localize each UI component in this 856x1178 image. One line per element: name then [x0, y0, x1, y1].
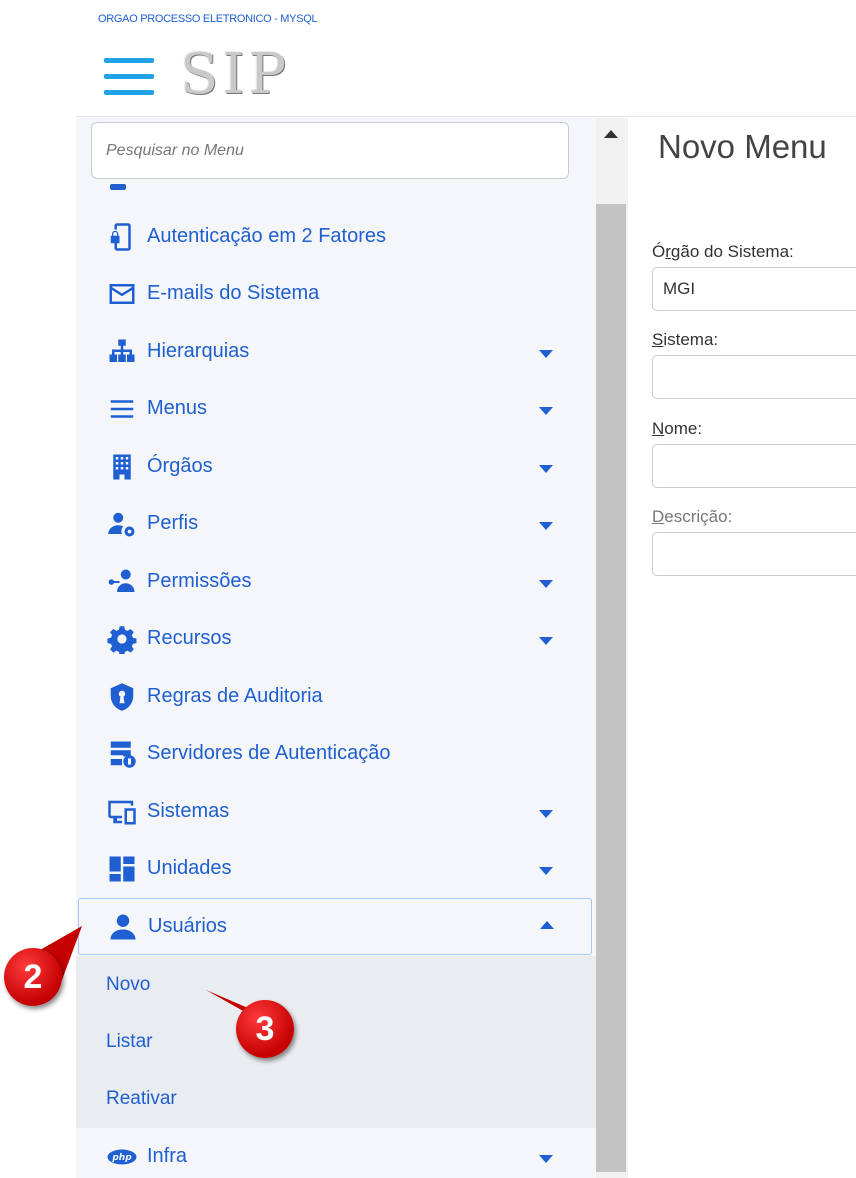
submenu-item-listar[interactable]: Listar: [106, 1031, 152, 1053]
gear-icon: [106, 623, 138, 655]
submenu-item-reativar[interactable]: Reativar: [106, 1088, 177, 1110]
nome-input[interactable]: [652, 444, 856, 488]
sidebar-item-label: Autenticação em 2 Fatores: [147, 225, 387, 247]
partial-menu-icon: [110, 184, 126, 190]
chevron-down-icon[interactable]: [539, 521, 553, 530]
sidebar-item-hierarquias[interactable]: Hierarquias: [76, 323, 596, 380]
sidebar-item-menus[interactable]: Menus: [76, 380, 596, 437]
chevron-up-icon[interactable]: [540, 920, 554, 929]
nome-label: Nome:: [652, 419, 703, 438]
chevron-down-icon[interactable]: [539, 809, 553, 818]
sidebar-item-label: Hierarquias: [147, 340, 250, 362]
sidebar-item-label: Usuários: [148, 915, 227, 937]
desktop-icon: [106, 796, 138, 828]
sidebar-item-infra[interactable]: php Infra: [76, 1128, 596, 1178]
usuarios-submenu: Novo Listar Reativar: [76, 956, 596, 1128]
sidebar-item-label: Perfis: [147, 512, 199, 534]
dashboard-icon: [106, 853, 138, 885]
shield-keyhole-icon: [106, 681, 138, 713]
sidebar-item-label: Recursos: [147, 627, 232, 649]
bars-icon: [106, 393, 138, 425]
chevron-down-icon[interactable]: [539, 866, 553, 875]
sidebar-item-label: Menus: [147, 397, 208, 419]
mobile-lock-icon: [106, 221, 138, 253]
page-title: Novo Menu: [658, 128, 827, 165]
sidebar-item-sistemas[interactable]: Sistemas: [76, 783, 596, 840]
envelope-icon: [106, 278, 138, 310]
step-2-callout: 2: [4, 948, 62, 1006]
scrollbar-thumb[interactable]: [596, 204, 626, 1172]
sidebar-item-label: Permissões: [147, 570, 252, 592]
header-divider: [76, 116, 856, 117]
step-3-callout: 3: [236, 1000, 294, 1058]
server-lock-icon: [106, 738, 138, 770]
sidebar-item-permissoes[interactable]: Permissões: [76, 553, 596, 610]
sidebar-item-autenticacao-2-fatores[interactable]: Autenticação em 2 Fatores: [76, 208, 596, 265]
sidebar-item-label: Unidades: [147, 857, 232, 879]
sistema-label: Sistema:: [652, 330, 719, 349]
app-logo[interactable]: SIP: [180, 42, 290, 107]
sidebar-item-label: Órgãos: [147, 455, 213, 477]
menu-search-input[interactable]: [91, 122, 569, 179]
php-icon: php: [106, 1141, 138, 1173]
chevron-down-icon[interactable]: [539, 636, 553, 645]
sidebar-item-label: E-mails do Sistema: [147, 282, 320, 304]
sidebar-item-label: Servidores de Autenticação: [147, 742, 391, 764]
sidebar-item-label: Infra: [147, 1145, 188, 1167]
orgao-select[interactable]: [652, 267, 856, 311]
sidebar-item-recursos[interactable]: Recursos: [76, 610, 596, 667]
sidebar-item-label: Regras de Auditoria: [147, 685, 323, 707]
descricao-label: Descrição:: [652, 507, 733, 526]
user-key-icon: [106, 566, 138, 598]
user-icon: [107, 911, 139, 943]
scroll-up-arrow-icon[interactable]: [604, 130, 618, 138]
chevron-down-icon[interactable]: [539, 349, 553, 358]
chevron-down-icon[interactable]: [539, 579, 553, 588]
descricao-input[interactable]: [652, 532, 856, 576]
sidebar-item-emails-sistema[interactable]: E-mails do Sistema: [76, 265, 596, 322]
sidebar-item-servidores-autenticacao[interactable]: Servidores de Autenticação: [76, 725, 596, 782]
sidebar-scrollbar[interactable]: [596, 118, 628, 1178]
submenu-item-novo[interactable]: Novo: [106, 974, 150, 996]
svg-text:php: php: [111, 1153, 132, 1163]
sidebar-item-regras-auditoria[interactable]: Regras de Auditoria: [76, 668, 596, 725]
user-gear-icon: [106, 508, 138, 540]
sidebar-item-perfis[interactable]: Perfis: [76, 495, 596, 552]
sidebar-item-usuarios[interactable]: Usuários: [78, 898, 592, 955]
sidebar-item-unidades[interactable]: Unidades: [76, 840, 596, 897]
org-title: ORGAO PROCESSO ELETRONICO - MYSQL: [98, 13, 318, 25]
sidebar-menu: Autenticação em 2 Fatores E-mails do Sis…: [76, 118, 596, 1178]
sidebar-item-label: Sistemas: [147, 800, 230, 822]
chevron-down-icon[interactable]: [539, 406, 553, 415]
chevron-down-icon[interactable]: [539, 464, 553, 473]
orgao-label: Órgão do Sistema:: [652, 242, 794, 261]
hamburger-menu-icon[interactable]: [104, 58, 154, 96]
sitemap-icon: [106, 336, 138, 368]
sidebar-item-orgaos[interactable]: Órgãos: [76, 438, 596, 495]
sistema-select[interactable]: [652, 355, 856, 399]
chevron-down-icon[interactable]: [539, 1154, 553, 1163]
building-icon: [106, 451, 138, 483]
